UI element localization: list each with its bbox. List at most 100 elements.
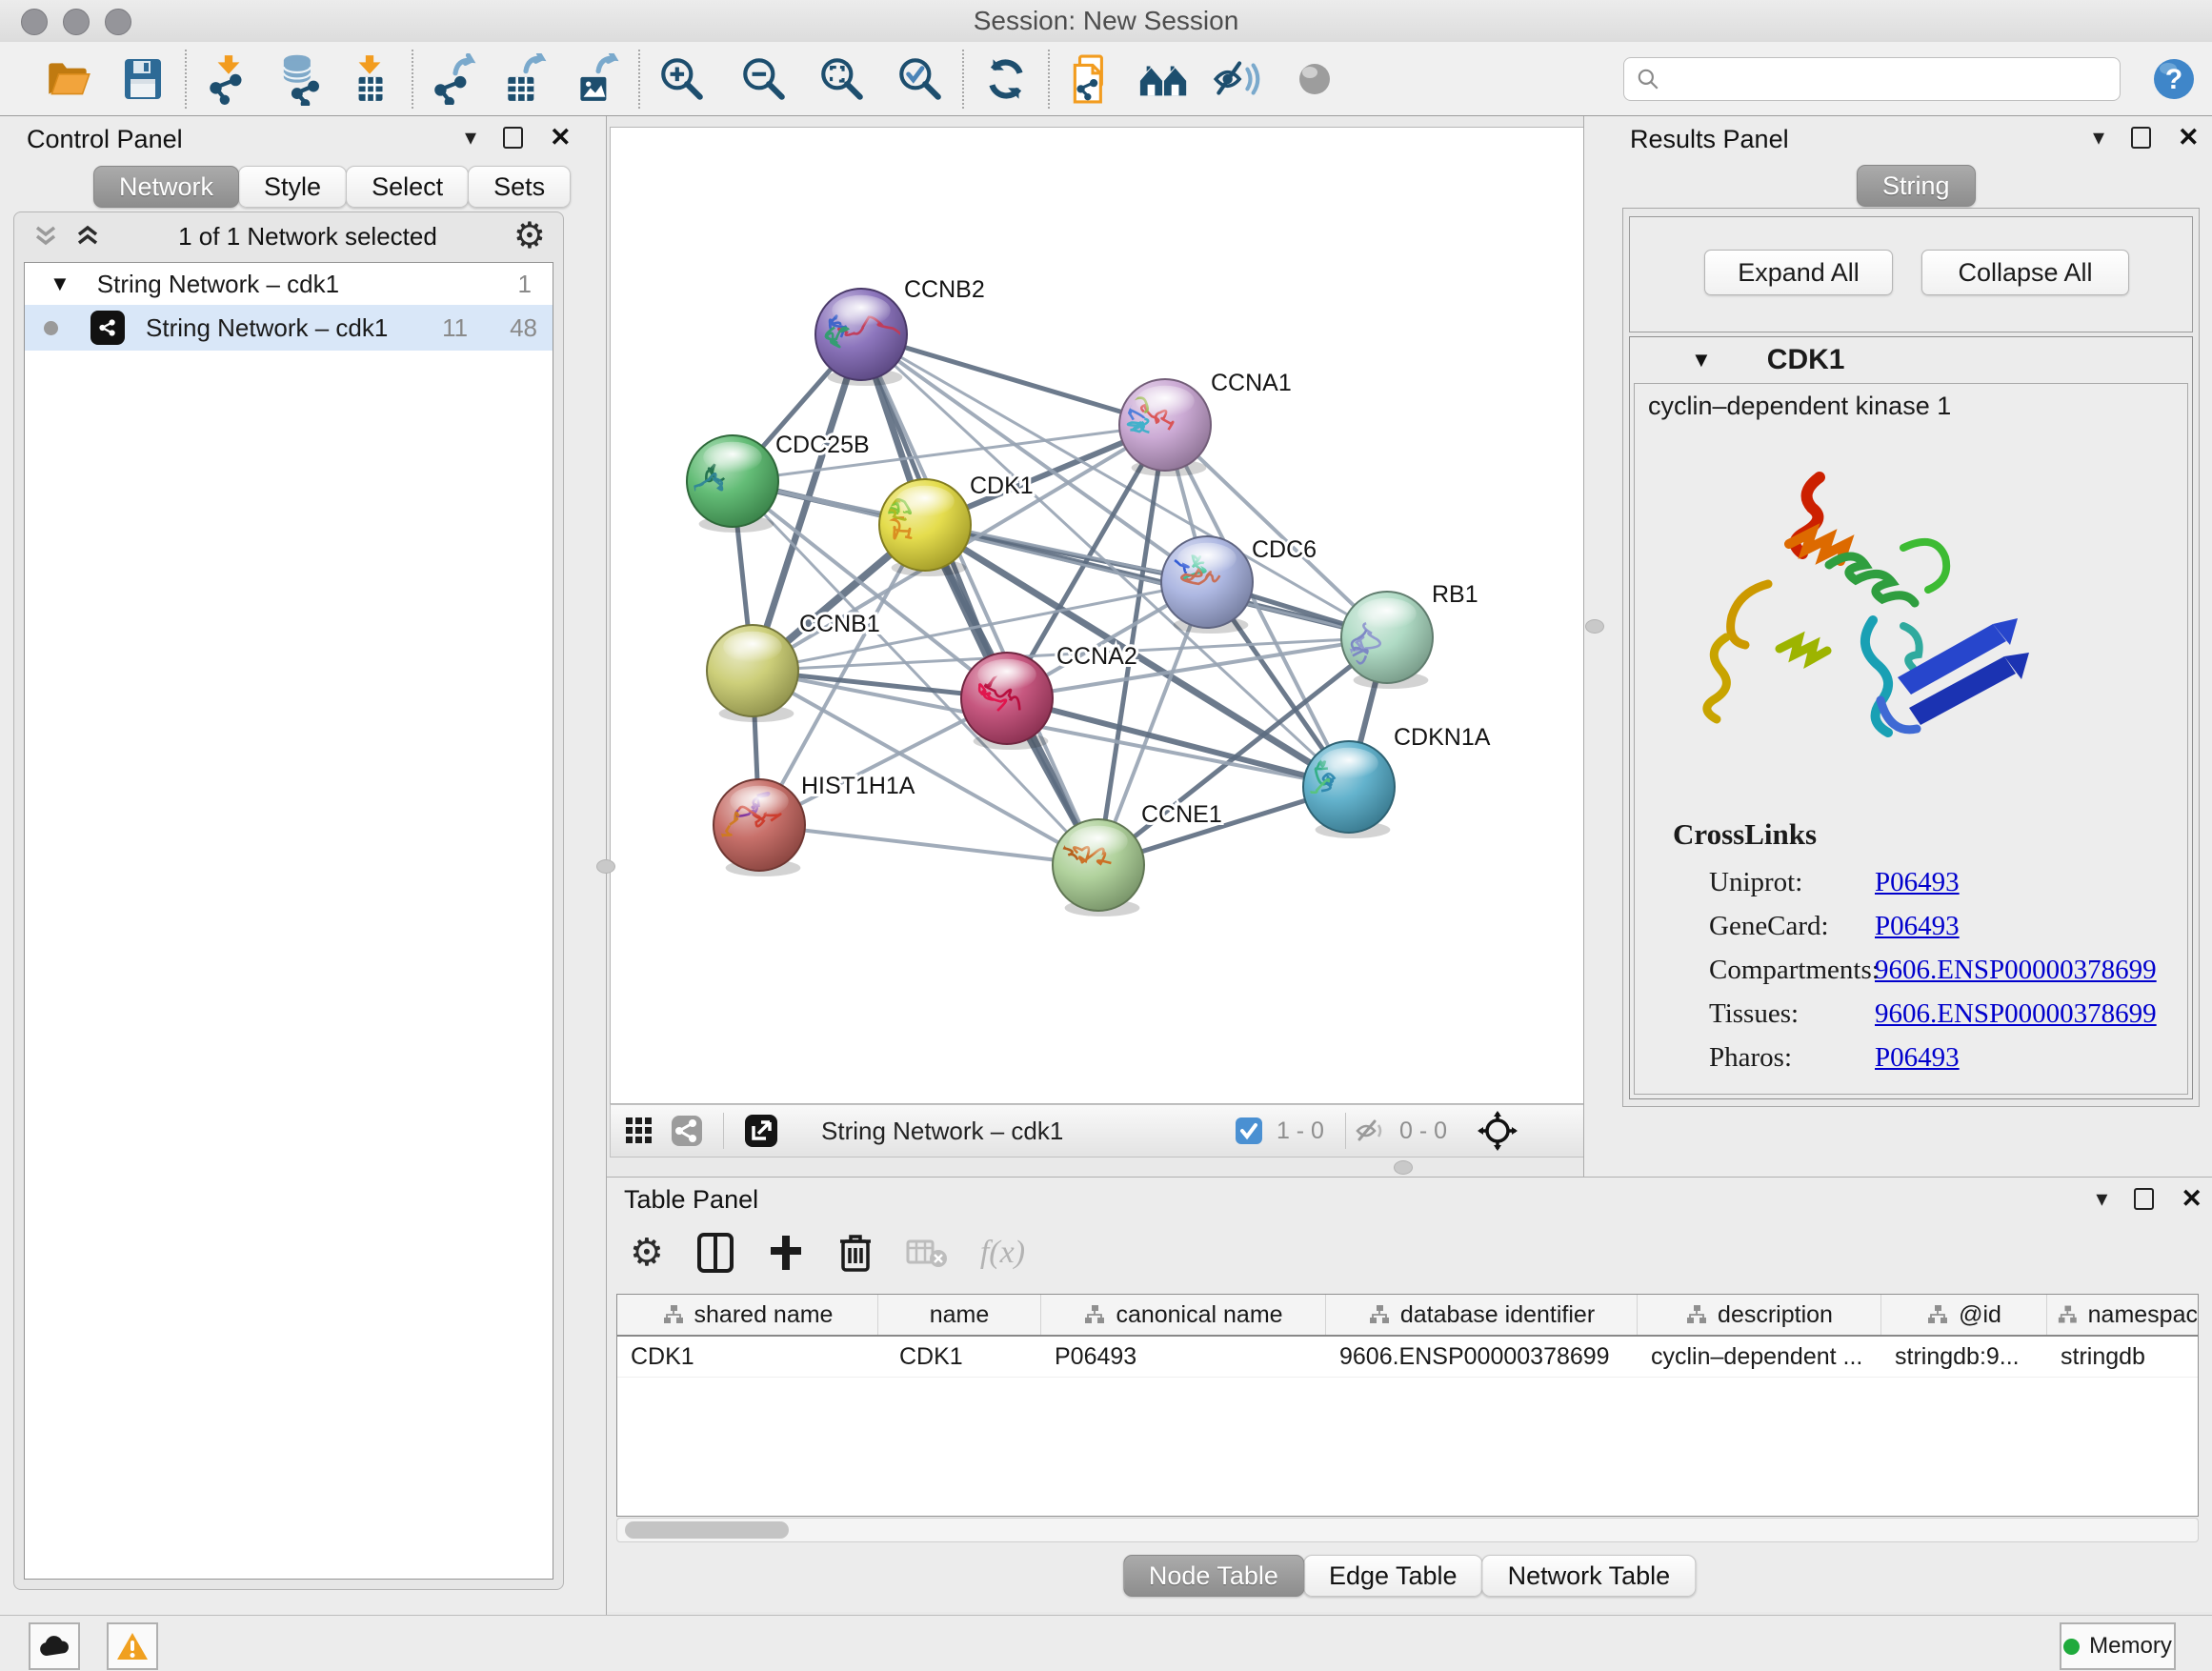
selected-counts: 1 - 0: [1277, 1117, 1324, 1145]
network-collection-row[interactable]: ▼ String Network – cdk1 1: [25, 263, 553, 305]
collapse-section-icon[interactable]: ▼: [1691, 348, 1712, 372]
memory-button[interactable]: Memory: [2060, 1622, 2176, 1670]
gear-icon[interactable]: ⚙: [513, 218, 546, 254]
float-panel-icon[interactable]: [2134, 1188, 2154, 1210]
tab-select[interactable]: Select: [346, 166, 469, 208]
show-all-eye-icon[interactable]: [1288, 52, 1341, 106]
fit-selected-crosshair-icon[interactable]: [1478, 1111, 1518, 1151]
export-network-icon[interactable]: [429, 52, 482, 106]
network-node-RB1[interactable]: RB1: [1341, 581, 1478, 689]
column-header-description[interactable]: description: [1638, 1295, 1881, 1335]
crosslink-link[interactable]: P06493: [1875, 1042, 1960, 1074]
zoom-selected-icon[interactable]: [894, 52, 947, 106]
node-label-CCNB2: CCNB2: [904, 276, 985, 303]
delete-table-icon-disabled: [906, 1236, 948, 1270]
chevron-down-icon[interactable]: ▾: [465, 127, 476, 150]
delete-column-trash-icon[interactable]: [837, 1232, 874, 1274]
network-node-CCNA2[interactable]: CCNA2: [961, 643, 1137, 750]
panel-splitter-handle[interactable]: [596, 859, 615, 874]
crosslink-link[interactable]: 9606.ENSP00000378699: [1875, 955, 2157, 986]
open-session-icon[interactable]: [42, 52, 95, 106]
edge-count: 48: [510, 313, 537, 343]
tab-node-table[interactable]: Node Table: [1123, 1555, 1304, 1597]
chevron-down-icon[interactable]: ▾: [2093, 127, 2104, 150]
save-session-icon[interactable]: [116, 52, 170, 106]
show-columns-icon[interactable]: [696, 1232, 734, 1274]
houses-icon[interactable]: [1137, 52, 1191, 106]
horizontal-scrollbar[interactable]: [616, 1518, 2199, 1542]
table-tabs: Node TableEdge TableNetwork Table: [1123, 1555, 1696, 1597]
export-table-icon[interactable]: [499, 52, 553, 106]
zoom-out-icon[interactable]: [737, 52, 791, 106]
crosslink-link[interactable]: 9606.ENSP00000378699: [1875, 998, 2157, 1030]
import-table-icon[interactable]: [343, 52, 396, 106]
network-node-HIST1H1A[interactable]: HIST1H1A: [712, 773, 915, 876]
tab-network[interactable]: Network: [93, 166, 239, 208]
network-edge-CCNB2-CCNA1[interactable]: [861, 334, 1165, 425]
network-node-CDK1[interactable]: CDK1: [870, 473, 1034, 576]
column-header-name[interactable]: name: [878, 1295, 1041, 1335]
node-label-CDKN1A: CDKN1A: [1394, 724, 1491, 751]
zoom-fit-icon[interactable]: [815, 52, 869, 106]
network-node-CDKN1A[interactable]: CDKN1A: [1279, 724, 1490, 838]
results-panel-title: Results Panel: [1630, 125, 1789, 154]
float-panel-icon[interactable]: [503, 127, 523, 149]
column-header-shared-name[interactable]: shared name: [617, 1295, 878, 1335]
crosslink-link[interactable]: P06493: [1875, 867, 1960, 898]
warnings-button[interactable]: [107, 1622, 158, 1670]
column-header-database-identifier[interactable]: database identifier: [1326, 1295, 1638, 1335]
expand-all-icon[interactable]: [73, 223, 102, 250]
expand-all-button[interactable]: Expand All: [1704, 250, 1893, 295]
table-row[interactable]: CDK1 CDK1 P06493 9606.ENSP00000378699 cy…: [617, 1337, 2198, 1378]
network-node-CCNA1[interactable]: CCNA1: [1098, 370, 1292, 476]
tab-network-table[interactable]: Network Table: [1482, 1555, 1697, 1597]
protein-section: ▼ CDK1 cyclin–dependent kinase 1: [1629, 336, 2193, 1099]
help-icon[interactable]: ?: [2147, 52, 2201, 106]
import-network-from-database-icon[interactable]: [272, 52, 326, 106]
collapse-all-button[interactable]: Collapse All: [1921, 250, 2129, 295]
string-results-card: Expand All Collapse All ▼ CDK1 cyclin–de…: [1622, 208, 2200, 1107]
network-edge-HIST1H1A-CCNE1[interactable]: [759, 825, 1098, 865]
table-gear-icon[interactable]: ⚙: [630, 1234, 664, 1272]
separator: [1345, 1113, 1346, 1149]
hide-selected-eye-icon[interactable]: [1210, 52, 1263, 106]
chevron-down-icon[interactable]: ▾: [2096, 1188, 2107, 1211]
zoom-in-icon[interactable]: [655, 52, 709, 106]
crosslink-link[interactable]: P06493: [1875, 911, 1960, 942]
grid-view-icon[interactable]: [624, 1116, 654, 1146]
tab-sets[interactable]: Sets: [468, 166, 571, 208]
tab-string[interactable]: String: [1857, 165, 1976, 207]
selected-checkbox-icon[interactable]: [1235, 1117, 1263, 1145]
scrollbar-thumb[interactable]: [625, 1521, 789, 1539]
import-network-icon[interactable]: [202, 52, 255, 106]
network-view-icon[interactable]: [670, 1114, 704, 1148]
node-label-CCNB1: CCNB1: [799, 611, 880, 637]
new-network-from-selection-icon[interactable]: [1065, 52, 1118, 106]
network-canvas[interactable]: CCNB2CCNA1CDC25BCDK1CDC6RB1CCNB1CCNA2CDK…: [610, 127, 1585, 1104]
add-column-icon[interactable]: [767, 1232, 805, 1274]
tree-expand-icon[interactable]: ▼: [50, 272, 70, 296]
node-label-CDK1: CDK1: [970, 473, 1034, 499]
cloud-button[interactable]: [29, 1622, 80, 1670]
horizontal-splitter-handle[interactable]: [1394, 1160, 1413, 1175]
collapse-all-icon[interactable]: [31, 223, 60, 250]
network-row-selected[interactable]: String Network – cdk1 11 48: [25, 305, 553, 351]
column-header-canonical-name[interactable]: canonical name: [1041, 1295, 1326, 1335]
refresh-icon[interactable]: [979, 52, 1033, 106]
column-header-id[interactable]: @id: [1881, 1295, 2047, 1335]
search-input[interactable]: [1660, 65, 2108, 93]
close-panel-icon[interactable]: ✕: [550, 125, 572, 151]
close-panel-icon[interactable]: ✕: [2181, 1186, 2202, 1212]
tab-style[interactable]: Style: [238, 166, 347, 208]
export-image-icon[interactable]: [570, 52, 623, 106]
cell-description: cyclin–dependent ...: [1638, 1343, 1881, 1371]
memory-label: Memory: [2089, 1633, 2172, 1660]
detach-view-icon[interactable]: [743, 1113, 779, 1149]
float-panel-icon[interactable]: [2131, 127, 2151, 149]
protein-section-header[interactable]: ▼ CDK1: [1630, 337, 2192, 383]
node-count: 11: [442, 313, 468, 343]
close-panel-icon[interactable]: ✕: [2178, 125, 2200, 151]
panel-splitter-handle[interactable]: [1585, 619, 1604, 634]
tab-edge-table[interactable]: Edge Table: [1303, 1555, 1483, 1597]
column-header-namespace[interactable]: namespac: [2047, 1295, 2198, 1335]
